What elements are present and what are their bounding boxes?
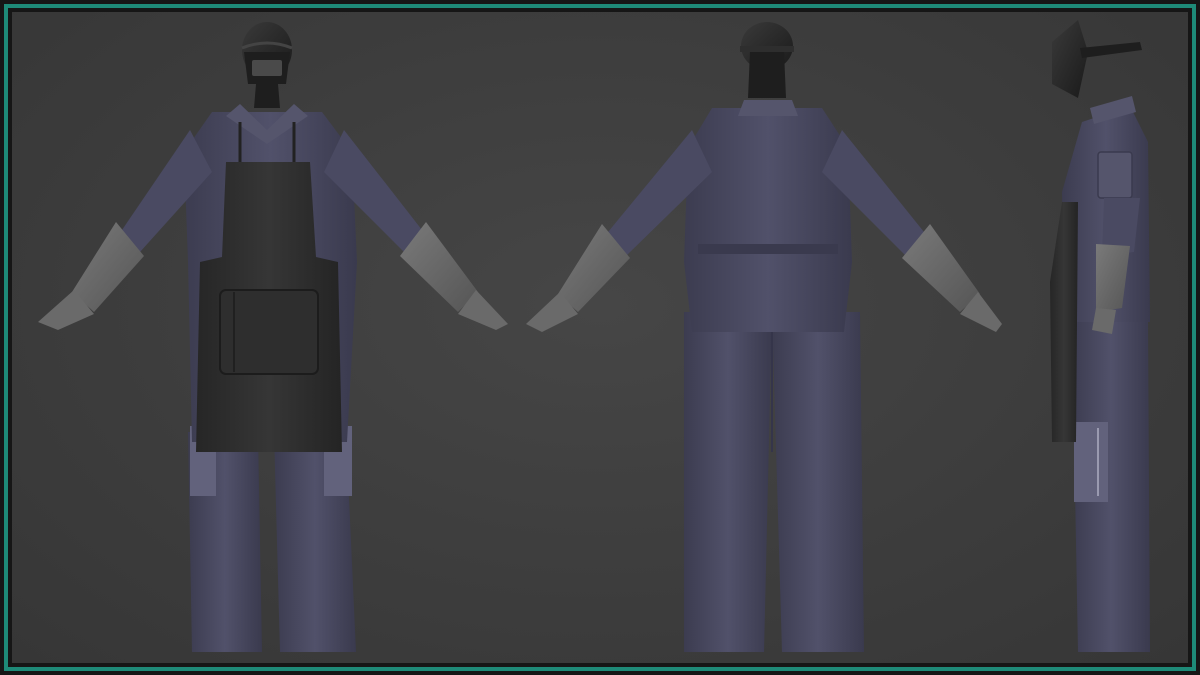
render-viewport: [12, 12, 1188, 663]
left-sleeve-back: [526, 130, 712, 332]
coverall-legs-back: [684, 312, 864, 652]
turnaround-canvas: [38, 20, 1150, 652]
side-view-figure: [1050, 20, 1150, 652]
back-view-figure: [526, 22, 1002, 652]
welding-helmet-back: [740, 22, 794, 98]
left-sleeve-front: [38, 130, 212, 330]
welding-helmet-front: [241, 22, 293, 84]
coverall-legs-front: [188, 426, 356, 652]
welding-helmet-side: [1052, 20, 1142, 98]
coverall-legs-side: [1072, 322, 1150, 652]
leather-apron-side: [1050, 202, 1078, 442]
front-view-figure: [38, 22, 508, 652]
render-frame: [0, 0, 1200, 675]
